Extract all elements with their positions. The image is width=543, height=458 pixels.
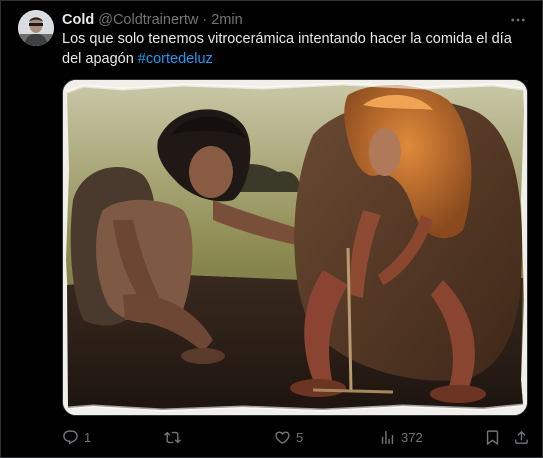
tweet-body: Los que solo tenemos vitrocerámica inten… bbox=[62, 31, 512, 67]
bookmark-icon bbox=[486, 429, 499, 445]
bookmark-button[interactable] bbox=[484, 427, 501, 447]
more-options-button[interactable] bbox=[507, 9, 529, 31]
tweet-media-image[interactable] bbox=[62, 79, 528, 416]
like-count: 5 bbox=[296, 429, 304, 445]
post-time[interactable]: 2min bbox=[211, 12, 242, 28]
views-button[interactable]: 372 bbox=[379, 427, 423, 447]
separator-dot: · bbox=[202, 12, 208, 28]
reply-icon bbox=[63, 429, 78, 444]
repost-icon bbox=[164, 431, 181, 443]
reply-count: 1 bbox=[84, 429, 92, 445]
tweet-card[interactable]: Cold @Coldtrainertw · 2min Los que solo … bbox=[0, 0, 543, 458]
view-count: 372 bbox=[401, 429, 423, 445]
tweet-text: Los que solo tenemos vitrocerámica inten… bbox=[62, 29, 522, 69]
hashtag-link[interactable]: #cortedeluz bbox=[138, 51, 213, 67]
photo-two-cavepeople-crouching bbox=[63, 80, 527, 415]
like-button[interactable]: 5 bbox=[274, 427, 303, 447]
avatar[interactable] bbox=[18, 10, 54, 46]
share-button[interactable] bbox=[513, 427, 530, 447]
share-icon bbox=[515, 430, 528, 444]
author-name[interactable]: Cold bbox=[62, 12, 94, 28]
repost-button[interactable] bbox=[164, 427, 186, 447]
more-icon bbox=[511, 18, 525, 22]
tweet-actions: 1 5 372 bbox=[62, 427, 532, 447]
like-icon bbox=[275, 430, 290, 444]
views-icon bbox=[381, 430, 394, 444]
tweet-header: Cold @Coldtrainertw · 2min bbox=[62, 11, 243, 29]
reply-button[interactable]: 1 bbox=[62, 427, 91, 447]
author-handle[interactable]: @Coldtrainertw bbox=[98, 12, 198, 28]
